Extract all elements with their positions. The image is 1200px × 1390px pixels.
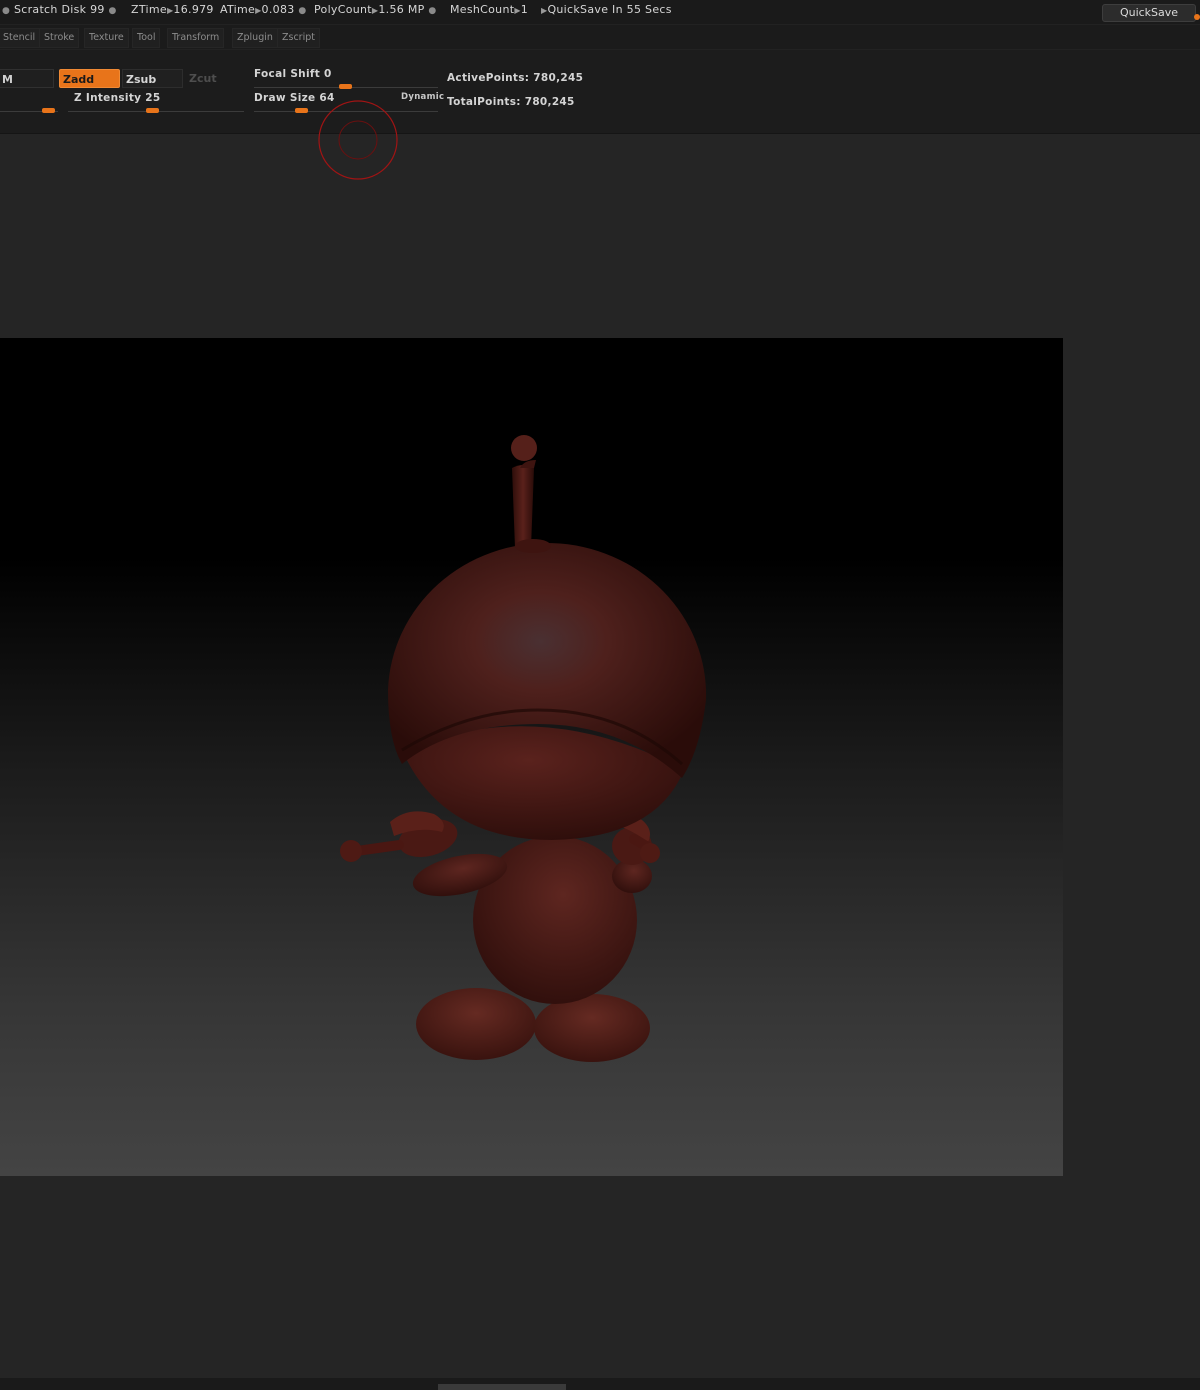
polycount-label: PolyCount bbox=[314, 3, 372, 16]
focal-shift-label: Focal Shift 0 bbox=[254, 68, 332, 80]
tool-shelf: M Zadd Zsub Zcut Z Intensity 25 Focal Sh… bbox=[0, 50, 1200, 134]
active-points-readout: ActivePoints: 780,245 bbox=[447, 72, 583, 84]
menu-transform[interactable]: Transform bbox=[167, 28, 225, 48]
alien-sculpt-model[interactable] bbox=[0, 338, 1063, 1176]
z-intensity-label: Z Intensity 25 bbox=[74, 92, 160, 104]
brush-circle-icon bbox=[318, 100, 398, 180]
rgb-intensity-knob[interactable] bbox=[42, 108, 55, 113]
antenna-stalk bbox=[512, 465, 534, 548]
accent-dot-icon bbox=[1194, 14, 1200, 20]
dynamic-toggle[interactable]: Dynamic bbox=[401, 92, 444, 102]
atime-label: ATime bbox=[220, 3, 256, 16]
scratch-disk-text: Scratch Disk 99 bbox=[13, 3, 105, 16]
z-intensity-text: Z Intensity bbox=[74, 92, 142, 104]
ztime-label: ZTime bbox=[131, 3, 167, 16]
status-bar: ● Scratch Disk 99 ● ZTime▶16.979 ATime▶0… bbox=[0, 0, 1200, 24]
left-foot bbox=[416, 988, 536, 1060]
active-points-value: 780,245 bbox=[533, 72, 584, 84]
active-points-label: ActivePoints: bbox=[447, 72, 530, 84]
polycount-readout: PolyCount▶1.56 MP ● bbox=[314, 3, 437, 16]
zsub-button[interactable]: Zsub bbox=[122, 69, 183, 88]
polycount-value: 1.56 MP bbox=[378, 3, 425, 16]
menu-texture[interactable]: Texture bbox=[84, 28, 129, 48]
bullet-dot-icon: ● bbox=[108, 6, 117, 16]
bullet-dot-icon: ● bbox=[428, 6, 437, 16]
menu-bar: Stencil Stroke Texture Tool Transform Zp… bbox=[0, 25, 1200, 49]
3d-viewport[interactable] bbox=[0, 338, 1063, 1176]
draw-size-knob[interactable] bbox=[295, 108, 308, 113]
right-foot bbox=[534, 994, 650, 1062]
zadd-button[interactable]: Zadd bbox=[59, 69, 120, 88]
atime-value: 0.083 bbox=[261, 3, 295, 16]
bullet-dot-icon: ● bbox=[2, 6, 11, 16]
bullet-dot-icon: ● bbox=[298, 6, 307, 16]
m-button[interactable]: M bbox=[0, 69, 54, 88]
z-intensity-value: 25 bbox=[145, 92, 161, 104]
quicksave-button[interactable]: QuickSave bbox=[1102, 4, 1196, 22]
antenna-base bbox=[515, 539, 551, 553]
ztime-value: 16.979 bbox=[173, 3, 214, 16]
menu-tool[interactable]: Tool bbox=[132, 28, 161, 48]
focal-shift-text: Focal Shift bbox=[254, 68, 321, 80]
focal-shift-knob[interactable] bbox=[339, 84, 352, 89]
menu-stencil[interactable]: Stencil bbox=[0, 28, 41, 48]
focal-shift-value: 0 bbox=[324, 68, 332, 80]
total-points-label: TotalPoints: bbox=[447, 96, 521, 108]
quicksave-timer-text: QuickSave In 55 Secs bbox=[547, 3, 672, 16]
scratch-disk-readout: ● Scratch Disk 99 ● bbox=[2, 3, 117, 16]
bottom-tray bbox=[0, 1378, 1200, 1390]
meshcount-readout: MeshCount▶1 bbox=[450, 3, 528, 16]
left-blaster-tip bbox=[340, 840, 362, 862]
atime-readout: ATime▶0.083 ● bbox=[220, 3, 307, 16]
meshcount-label: MeshCount bbox=[450, 3, 515, 16]
menu-stroke[interactable]: Stroke bbox=[39, 28, 80, 48]
total-points-value: 780,245 bbox=[524, 96, 575, 108]
tray-handle[interactable] bbox=[438, 1384, 566, 1390]
total-points-readout: TotalPoints: 780,245 bbox=[447, 96, 575, 108]
antenna-ball bbox=[511, 435, 537, 461]
zcut-button[interactable]: Zcut bbox=[186, 69, 236, 88]
ztime-readout: ZTime▶16.979 bbox=[131, 3, 214, 16]
right-blaster-tip bbox=[640, 843, 660, 863]
quicksave-timer: ▶QuickSave In 55 Secs bbox=[541, 3, 672, 16]
menu-zscript[interactable]: Zscript bbox=[277, 28, 320, 48]
meshcount-value: 1 bbox=[520, 3, 529, 16]
draw-size-text: Draw Size bbox=[254, 92, 316, 104]
z-intensity-knob[interactable] bbox=[146, 108, 159, 113]
menu-zplugin[interactable]: Zplugin bbox=[232, 28, 278, 48]
